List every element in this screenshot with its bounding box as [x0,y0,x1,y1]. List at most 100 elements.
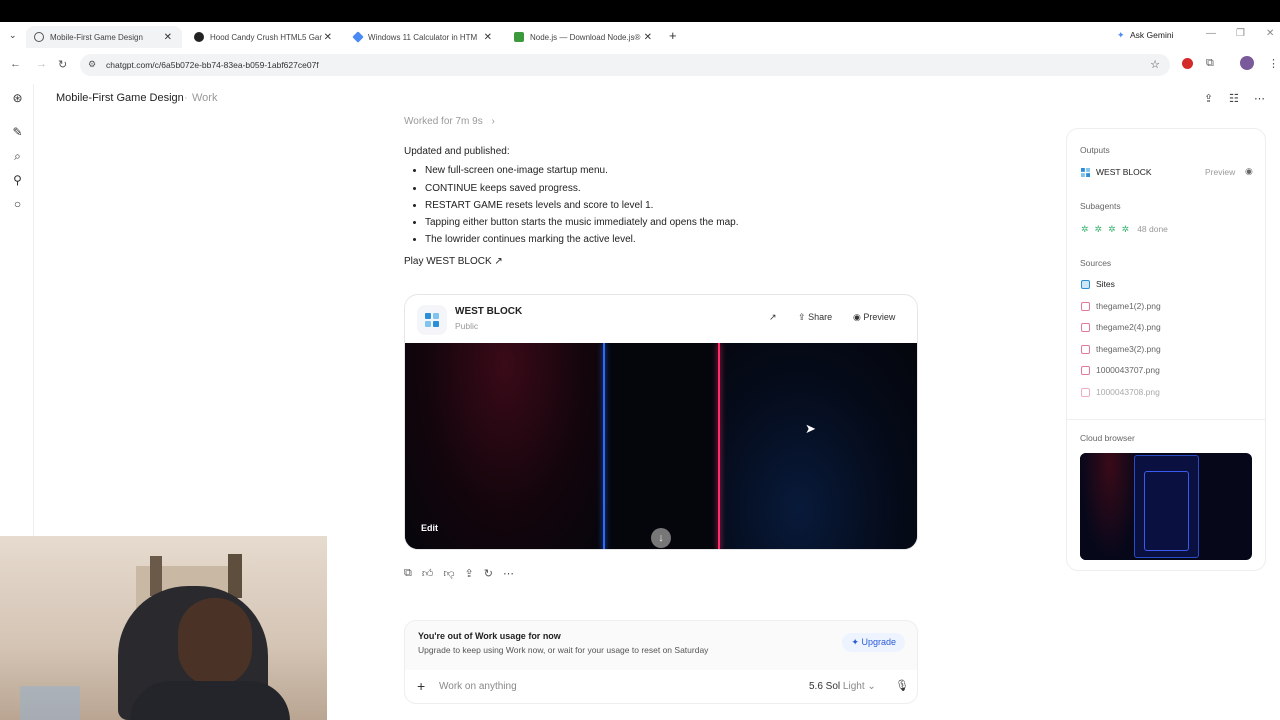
worked-for-toggle[interactable]: Worked for 7m 9s › [404,116,495,127]
model-selector[interactable]: 5.6 Sol Light ⌄ [809,681,876,692]
opera-extension-icon[interactable] [1182,58,1193,69]
breadcrumb[interactable]: Work [192,92,217,104]
reload-icon[interactable]: ↻ [58,58,67,71]
source-item[interactable]: thegame1(2).png [1081,301,1161,311]
scroll-down-icon[interactable]: ↓ [651,528,671,548]
add-attachment-icon[interactable]: + [417,678,425,694]
image-file-icon [1081,387,1090,397]
subagents-status[interactable]: ✲ ✲ ✲ ✲ 48 done [1081,223,1168,235]
image-file-icon [1081,365,1090,375]
forward-icon[interactable]: → [36,58,47,70]
browser-menu-icon[interactable]: ⋮ [1268,57,1279,70]
url-input[interactable]: ⚙ chatgpt.com/c/6a5b072e-bb74-83ea-b059-… [80,54,1170,76]
composer: + Work on anything 5.6 Sol Light ⌄ 🎙︎ [404,670,918,704]
extensions-icon[interactable]: ⧉ [1206,57,1214,70]
game-preview[interactable]: Edit ↓ ➤ [405,343,917,549]
composer-input[interactable]: Work on anything [439,681,517,692]
browser-tab-4[interactable]: Node.js — Download Node.js® ✕ [506,26,662,48]
page-title: Mobile-First Game Design [56,92,184,104]
open-external-icon[interactable]: ↗ [769,312,777,323]
list-item: CONTINUE keeps saved progress. [425,180,739,197]
edit-button[interactable]: Edit [421,523,438,533]
eye-icon: ◉ [853,312,861,322]
share-upload-icon[interactable]: ⇪ [1204,92,1213,105]
tab-title: Mobile-First Game Design [50,32,143,42]
minimize-icon[interactable]: — [1206,28,1216,39]
openai-logo-icon[interactable]: ⊛ [11,92,24,105]
cloud-browser-thumbnail[interactable] [1080,453,1252,560]
regenerate-icon[interactable]: ↻ [484,567,493,580]
back-icon[interactable]: ← [10,58,21,70]
tab-list-chevron-icon[interactable]: ⌄ [9,30,17,41]
source-item[interactable]: Sites [1081,279,1115,289]
message-intro: Updated and published: [404,146,510,157]
openai-icon [34,32,44,42]
list-item: New full-screen one-image startup menu. [425,162,739,179]
more-icon[interactable]: ⋯ [503,567,514,580]
sources-heading: Sources [1080,258,1112,268]
webcam-figure [228,554,242,598]
output-preview-button[interactable]: Preview [1205,167,1235,177]
worked-for-label: Worked for 7m 9s [404,116,483,127]
ask-gemini-button[interactable]: Ask Gemini [1130,30,1173,40]
artifact-title: WEST BLOCK [455,306,523,317]
thumbs-down-icon[interactable]: 👎︎ [443,567,454,580]
list-item: The lowrider continues marking the activ… [425,231,739,248]
list-view-icon[interactable]: ☷ [1229,92,1239,105]
output-item[interactable]: WEST BLOCK Preview ◉ [1081,166,1257,181]
gemini-icon: ✦ [1117,30,1125,40]
close-icon[interactable]: ✕ [484,32,492,43]
share-label: Share [808,312,833,322]
browser-tab-2[interactable]: Hood Candy Crush HTML5 Gam ✕ [186,26,342,48]
model-mode: Light [842,681,865,692]
source-item[interactable]: 1000043707.png [1081,365,1160,375]
restore-icon[interactable]: ❐ [1236,28,1245,39]
mouse-cursor-icon: ➤ [805,421,816,436]
message-bullets: New full-screen one-image startup menu. … [425,162,739,248]
thumbs-up-icon[interactable]: 👍︎ [422,567,434,580]
source-label: 1000043708.png [1096,387,1160,397]
webcam-figure [150,556,162,596]
preview-button[interactable]: ◉ Preview [853,312,895,323]
close-icon[interactable]: ✕ [644,32,652,43]
thumb-game-map [1144,471,1189,551]
assistant-message: Updated and published: New full-screen o… [404,143,739,249]
browser-tab-1[interactable]: Mobile-First Game Design ✕ [26,26,182,48]
app-grid-icon [1081,168,1090,177]
pin-icon[interactable]: ⚲ [11,174,24,187]
source-item[interactable]: thegame2(4).png [1081,322,1161,332]
new-chat-icon[interactable]: ✎ [11,126,24,139]
image-file-icon [1081,301,1090,311]
new-tab-icon[interactable]: + [669,28,677,43]
play-game-link[interactable]: Play WEST BLOCK ↗ [404,256,503,267]
list-item: Tapping either button starts the music i… [425,214,739,231]
copy-icon[interactable]: ⧉ [404,567,412,580]
webcam-object [20,686,80,720]
tab-title: Hood Candy Crush HTML5 Gam [210,32,322,42]
close-icon[interactable]: ✕ [164,32,172,43]
profile-avatar[interactable] [1240,56,1254,70]
source-item[interactable]: thegame3(2).png [1081,344,1161,354]
source-label: thegame1(2).png [1096,301,1161,311]
microphone-icon[interactable]: 🎙︎ [895,679,909,692]
source-item[interactable]: 1000043708.png [1081,387,1160,397]
close-icon[interactable]: ✕ [324,32,332,43]
bookmark-star-icon[interactable]: ☆ [1150,58,1160,71]
list-item: RESTART GAME resets levels and score to … [425,197,739,214]
browser-tab-3[interactable]: Windows 11 Calculator in HTM ✕ [346,26,502,48]
site-info-icon[interactable]: ⚙ [88,59,96,70]
app-grid-icon [417,305,447,335]
gemini-icon [352,31,364,43]
usage-body: Upgrade to keep using Work now, or wait … [418,645,709,655]
window-close-icon[interactable]: ✕ [1266,28,1274,39]
share-button[interactable]: ⇪ Share [798,312,832,323]
preview-glow-right [719,343,917,549]
share-icon[interactable]: ⇪ [465,567,474,580]
upgrade-button[interactable]: ✦ Upgrade [842,633,905,652]
agent-icon: ✲ [1081,223,1089,234]
search-icon[interactable]: ⌕ [11,150,24,163]
neon-line-blue [603,343,605,549]
source-label: thegame2(4).png [1096,322,1161,332]
chat-bubble-icon[interactable]: ○ [11,198,24,211]
more-options-icon[interactable]: ⋯ [1254,92,1265,105]
